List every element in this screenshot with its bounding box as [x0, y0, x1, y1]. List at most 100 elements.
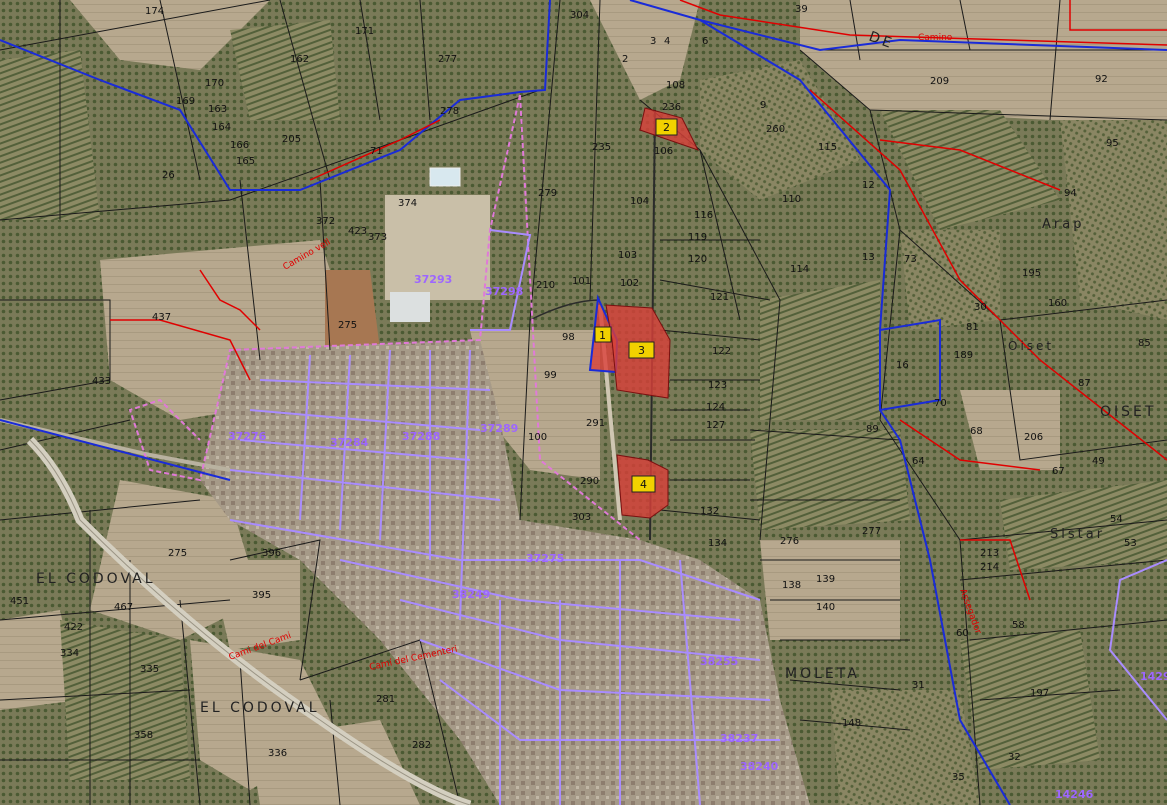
parcel-label: 260 — [766, 124, 785, 135]
parcel-label: 114 — [790, 264, 809, 275]
place-label-codoval-1: EL CODOVAL — [36, 571, 156, 587]
marker-2[interactable]: 2 — [655, 118, 678, 136]
parcel-label: 395 — [252, 590, 271, 601]
cadastral-map[interactable]: EL CODOVAL EL CODOVAL MOLETA OISET Arap … — [0, 0, 1167, 805]
parcel-label: 148 — [842, 718, 861, 729]
parcel-label: 70 — [934, 398, 947, 409]
parcel-label: 189 — [954, 350, 973, 361]
parcel-label: 209 — [930, 76, 949, 87]
parcel-label: 16 — [896, 360, 909, 371]
parcel-label: 205 — [282, 134, 301, 145]
parcel-label: 6 — [702, 36, 708, 47]
pool — [429, 167, 461, 187]
parcel-label: 170 — [205, 78, 224, 89]
marker-3[interactable]: 3 — [628, 341, 655, 359]
place-label-moleta: MOLETA — [785, 666, 860, 682]
parcel-label: 373 — [368, 232, 387, 243]
parcel-label: 277 — [862, 526, 881, 537]
place-label-oiset-caps: OISET — [1100, 404, 1156, 420]
parcel-label: 336 — [268, 748, 287, 759]
parcel-label: 276 — [780, 536, 799, 547]
parcel-label: 54 — [1110, 514, 1123, 525]
parcel-label: 71 — [370, 146, 383, 157]
parcel-label: 422 — [64, 622, 83, 633]
parcel-label: 132 — [700, 506, 719, 517]
block-label: 37275 — [526, 552, 564, 565]
parcel-label: 122 — [712, 346, 731, 357]
marker-1[interactable]: 1 — [594, 326, 612, 343]
parcel-label: 164 — [212, 122, 231, 133]
parcel-label: 3 — [650, 36, 656, 47]
marker-4[interactable]: 4 — [631, 475, 656, 493]
parcel-label: 13 — [862, 252, 875, 263]
parcel-label: 279 — [538, 188, 557, 199]
parcel-label: 32 — [1008, 752, 1021, 763]
parcel-label: 213 — [980, 548, 999, 559]
parcel-label: 119 — [688, 232, 707, 243]
place-label-arap: Arap — [1042, 217, 1084, 232]
parcel-label: 210 — [536, 280, 555, 291]
parcel-label: 278 — [440, 106, 459, 117]
parcel-label: 275 — [338, 320, 357, 331]
parcel-label: 166 — [230, 140, 249, 151]
roof-block — [390, 292, 430, 322]
parcel-label: 195 — [1022, 268, 1041, 279]
parcel-label: 98 — [562, 332, 575, 343]
parcel-label: 39 — [795, 4, 808, 15]
parcel-label: 106 — [654, 146, 673, 157]
place-label-sistar: Sistar — [1050, 527, 1105, 542]
parcel-label: 127 — [706, 420, 725, 431]
parcel-label: 467 — [114, 602, 133, 613]
parcel-label: 235 — [592, 142, 611, 153]
parcel-label: 108 — [666, 80, 685, 91]
parcel-label: 104 — [630, 196, 649, 207]
parcel-label: 4 — [664, 36, 670, 47]
parcel-label: 174 — [145, 6, 164, 17]
parcel-label: 275 — [168, 548, 187, 559]
parcel-label: 99 — [544, 370, 557, 381]
block-label: 14297 — [1140, 670, 1167, 683]
parcel-label: 139 — [816, 574, 835, 585]
block-label: 38249 — [452, 588, 490, 601]
place-label-oiset: Oiset — [1008, 339, 1054, 353]
parcel-label: 291 — [586, 418, 605, 429]
parcel-label: 123 — [708, 380, 727, 391]
block-label: 37298 — [485, 285, 523, 298]
marker-1-label: 1 — [599, 329, 606, 342]
parcel-label: 2 — [622, 54, 628, 65]
parcel-label: 81 — [966, 322, 979, 333]
block-label: 14246 — [1055, 788, 1094, 801]
parcel-label: 100 — [528, 432, 547, 443]
parcel-label: 95 — [1106, 138, 1119, 149]
block-label: 37288 — [402, 430, 440, 443]
parcel-label: 9 — [760, 100, 766, 111]
marker-3-label: 3 — [638, 344, 645, 357]
parcel-label: 53 — [1124, 538, 1137, 549]
parcel-label: 85 — [1138, 338, 1151, 349]
block-label: 37293 — [414, 273, 452, 286]
marker-4-label: 4 — [640, 478, 647, 491]
parcel-label: 374 — [398, 198, 417, 209]
block-label: 38240 — [740, 760, 779, 773]
parcel-label: 281 — [376, 694, 395, 705]
parcel-label: 73 — [904, 254, 917, 265]
parcel-label: 160 — [1048, 298, 1067, 309]
parcel-label: 68 — [970, 426, 983, 437]
parcel-label: 58 — [1012, 620, 1025, 631]
parcel-label: 372 — [316, 216, 335, 227]
parcel-label: 433 — [92, 376, 111, 387]
parcel-label: 49 — [1092, 456, 1105, 467]
parcel-label: 304 — [570, 10, 589, 21]
block-label: 37284 — [330, 436, 369, 449]
parcel-label: 124 — [706, 402, 725, 413]
parcel-label: 12 — [862, 180, 875, 191]
parcel-label: 26 — [162, 170, 175, 181]
parcel-label: 358 — [134, 730, 153, 741]
parcel-label: 60 — [956, 628, 969, 639]
parcel-label: 236 — [662, 102, 681, 113]
parcel-label: 64 — [912, 456, 925, 467]
block-label: 38237 — [720, 732, 758, 745]
parcel-label: 101 — [572, 276, 591, 287]
parcel-label: 396 — [262, 548, 281, 559]
parcel-label: 35 — [952, 772, 965, 783]
